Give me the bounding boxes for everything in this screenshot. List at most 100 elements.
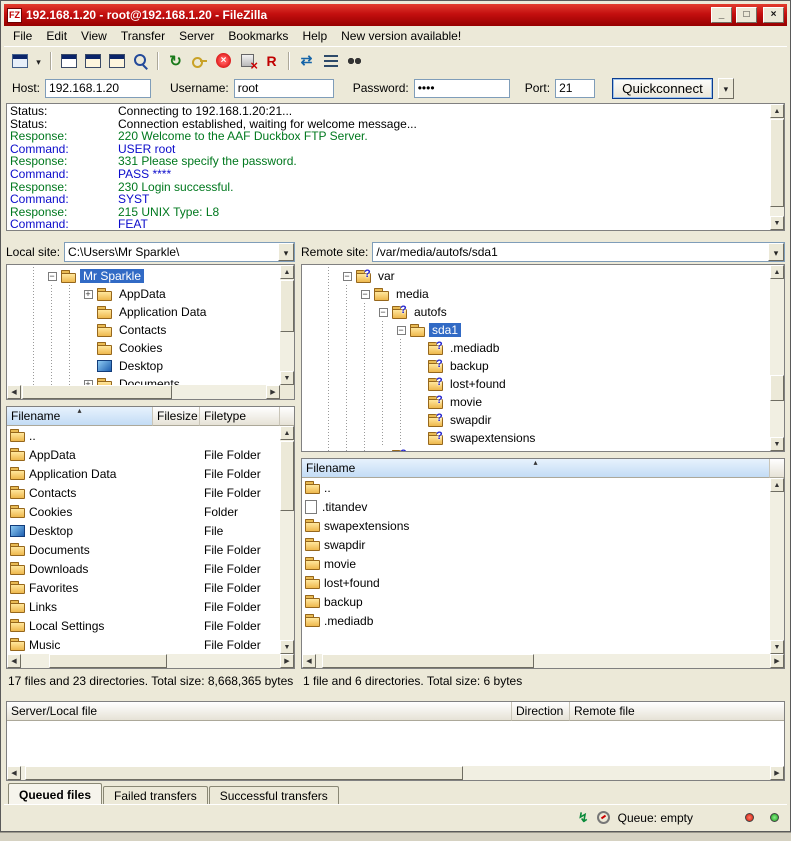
remote-file-row[interactable]: swapdir — [302, 535, 770, 554]
queue-body[interactable] — [7, 721, 784, 766]
local-file-row[interactable]: DocumentsFile Folder — [7, 540, 280, 559]
local-list-hscrollbar[interactable] — [7, 654, 294, 668]
local-tree-item[interactable]: Documents — [7, 375, 280, 385]
scroll-up-icon[interactable] — [770, 478, 784, 492]
column-header-direction[interactable]: Direction — [512, 702, 570, 721]
scrollbar-thumb[interactable] — [770, 375, 784, 401]
local-file-row[interactable]: FavoritesFile Folder — [7, 578, 280, 597]
scroll-left-icon[interactable] — [7, 654, 21, 668]
directory-comparison-button[interactable] — [295, 50, 318, 72]
local-file-row[interactable]: ContactsFile Folder — [7, 483, 280, 502]
collapse-icon[interactable] — [338, 272, 356, 281]
username-input[interactable] — [234, 79, 334, 98]
local-file-row[interactable]: CookiesFolder — [7, 502, 280, 521]
remote-tree-item[interactable]: movie — [302, 393, 770, 411]
remote-list-hscrollbar[interactable] — [302, 654, 784, 668]
remote-tree-item[interactable]: autofs — [302, 303, 770, 321]
remote-file-row[interactable]: .titandev — [302, 497, 770, 516]
toggle-remote-tree-button[interactable] — [105, 50, 128, 72]
site-manager-dropdown-button[interactable] — [32, 50, 45, 72]
reconnect-button[interactable] — [260, 50, 283, 72]
local-tree-item[interactable]: Application Data — [7, 303, 280, 321]
local-file-row[interactable]: AppDataFile Folder — [7, 445, 280, 464]
remote-tree-item[interactable]: var — [302, 267, 770, 285]
local-tree-item[interactable]: AppData — [7, 285, 280, 303]
scroll-down-icon[interactable] — [770, 640, 784, 654]
combo-dropdown-button[interactable] — [768, 243, 784, 261]
remote-file-row[interactable]: movie — [302, 554, 770, 573]
menu-help[interactable]: Help — [295, 26, 334, 46]
collapse-icon[interactable] — [43, 272, 61, 281]
combo-dropdown-button[interactable] — [278, 243, 294, 261]
network-status-icon[interactable] — [578, 810, 589, 826]
toggle-message-log-button[interactable] — [57, 50, 80, 72]
password-input[interactable] — [414, 79, 510, 98]
scroll-right-icon[interactable] — [280, 654, 294, 668]
site-manager-button[interactable] — [8, 50, 31, 72]
remote-tree-item[interactable]: backup — [302, 357, 770, 375]
toggle-local-tree-button[interactable] — [81, 50, 104, 72]
local-list-vscrollbar[interactable] — [280, 426, 294, 654]
local-file-row[interactable]: DesktopFile — [7, 521, 280, 540]
local-site-combo[interactable]: C:\Users\Mr Sparkle\ — [64, 242, 295, 262]
remote-file-row[interactable]: .. — [302, 478, 770, 497]
scroll-down-icon[interactable] — [280, 371, 294, 385]
column-header-filename[interactable]: Filename — [302, 459, 770, 478]
scroll-left-icon[interactable] — [7, 766, 21, 780]
menu-transfer[interactable]: Transfer — [114, 26, 172, 46]
column-header-filesize[interactable]: Filesize — [153, 407, 200, 426]
remote-tree-item[interactable]: sda1 — [302, 321, 770, 339]
tab-failed-transfers[interactable]: Failed transfers — [103, 786, 208, 804]
queue-hscrollbar[interactable] — [7, 766, 784, 780]
scrollbar-thumb[interactable] — [49, 654, 167, 668]
tab-queued-files[interactable]: Queued files — [8, 783, 102, 804]
maximize-button[interactable]: □ — [736, 7, 757, 23]
scrollbar-thumb[interactable] — [25, 766, 463, 780]
scroll-left-icon[interactable] — [302, 654, 316, 668]
scroll-right-icon[interactable] — [266, 385, 280, 399]
directory-listing-button[interactable] — [319, 50, 342, 72]
remote-file-row[interactable]: swapextensions — [302, 516, 770, 535]
scroll-up-icon[interactable] — [280, 265, 294, 279]
host-input[interactable] — [45, 79, 151, 98]
scroll-down-icon[interactable] — [770, 216, 784, 230]
quickconnect-dropdown-button[interactable] — [718, 78, 734, 99]
local-tree-vscrollbar[interactable] — [280, 265, 294, 385]
menu-new-version[interactable]: New version available! — [334, 26, 468, 46]
remote-file-row[interactable]: lost+found — [302, 573, 770, 592]
quickconnect-button[interactable]: Quickconnect — [612, 78, 713, 99]
remote-site-combo[interactable]: /var/media/autofs/sda1 — [372, 242, 785, 262]
toggle-queue-view-button[interactable] — [129, 50, 152, 72]
local-file-row[interactable]: MusicFile Folder — [7, 635, 280, 654]
remote-tree-item[interactable]: dvd — [302, 447, 770, 451]
remote-file-row[interactable]: .mediadb — [302, 611, 770, 630]
local-file-row[interactable]: Application DataFile Folder — [7, 464, 280, 483]
speed-limit-icon[interactable] — [597, 811, 610, 824]
scroll-left-icon[interactable] — [7, 385, 21, 399]
local-tree-item[interactable]: Desktop — [7, 357, 280, 375]
local-file-row[interactable]: .. — [7, 426, 280, 445]
expand-icon[interactable] — [79, 290, 97, 299]
scrollbar-thumb[interactable] — [280, 441, 294, 511]
menu-bookmarks[interactable]: Bookmarks — [221, 26, 295, 46]
local-tree-item[interactable]: Cookies — [7, 339, 280, 357]
remote-tree-vscrollbar[interactable] — [770, 265, 784, 451]
remote-tree-item[interactable]: .mediadb — [302, 339, 770, 357]
collapse-icon[interactable] — [374, 308, 392, 317]
column-header-remote-file[interactable]: Remote file — [570, 702, 784, 721]
local-tree-hscrollbar[interactable] — [7, 385, 280, 399]
log-scrollbar[interactable] — [770, 104, 784, 230]
column-header-server-local-file[interactable]: Server/Local file — [7, 702, 512, 721]
collapse-icon[interactable] — [356, 290, 374, 299]
tab-successful-transfers[interactable]: Successful transfers — [209, 786, 339, 804]
menu-server[interactable]: Server — [172, 26, 221, 46]
remote-tree-item[interactable]: swapdir — [302, 411, 770, 429]
scroll-down-icon[interactable] — [770, 437, 784, 451]
local-tree-item[interactable]: Mr Sparkle — [7, 267, 280, 285]
disconnect-button[interactable] — [236, 50, 259, 72]
filter-button[interactable] — [343, 50, 366, 72]
local-file-row[interactable]: Local SettingsFile Folder — [7, 616, 280, 635]
scroll-right-icon[interactable] — [770, 766, 784, 780]
scroll-up-icon[interactable] — [280, 426, 294, 440]
column-header-filename[interactable]: Filename — [7, 407, 153, 426]
